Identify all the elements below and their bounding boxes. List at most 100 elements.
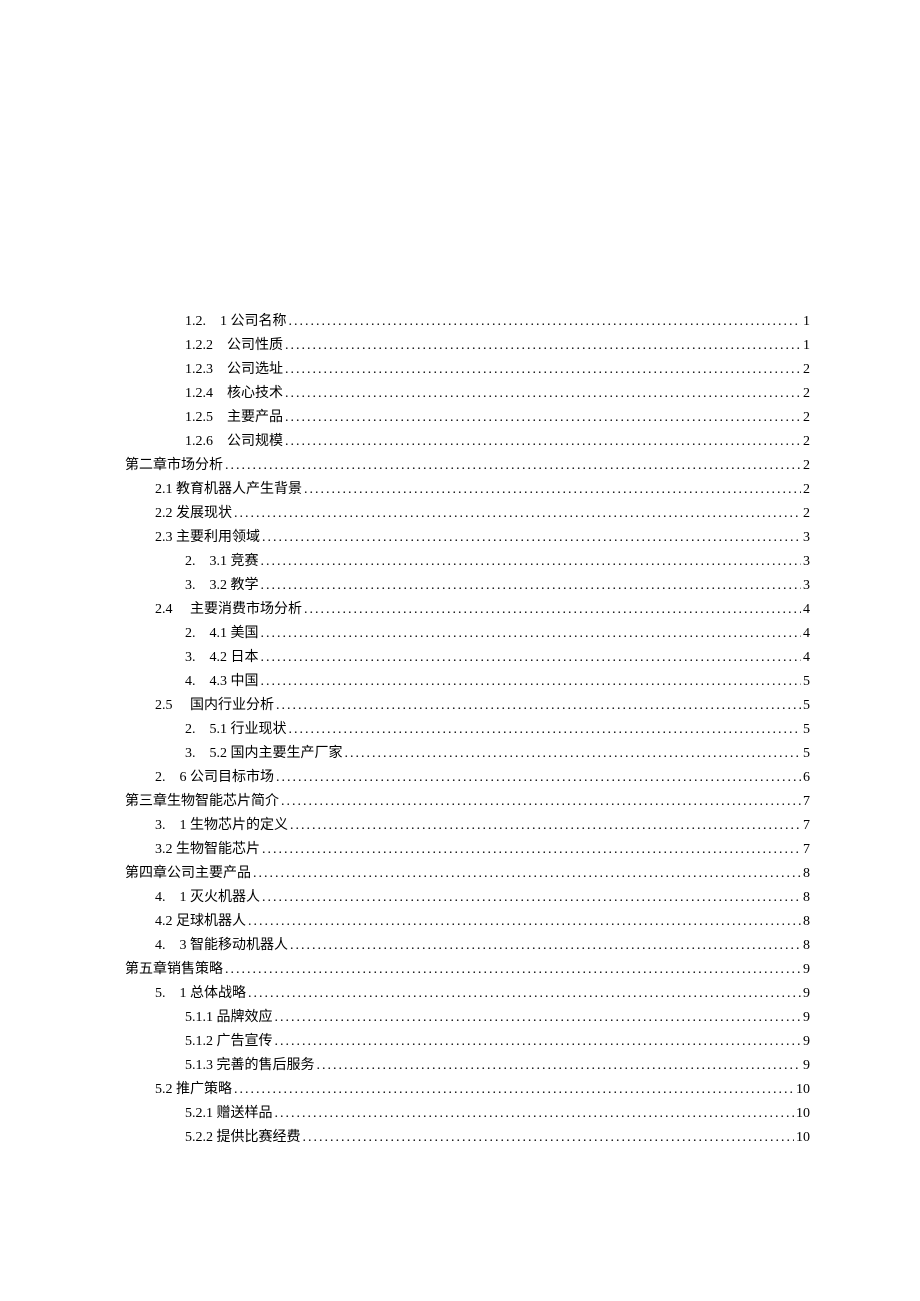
toc-leader-dots [262, 838, 801, 862]
toc-page-number: 1 [803, 310, 810, 334]
toc-page-number: 4 [803, 598, 810, 622]
toc-entry: 4. 4.3 中国 5 [125, 670, 810, 694]
toc-entry: 4. 1 灭火机器人 8 [125, 886, 810, 910]
toc-label: 2. 3.1 竞赛 [185, 550, 259, 574]
toc-label: 1.2.5 主要产品 [185, 406, 283, 430]
toc-label: 5.1.3 完善的售后服务 [185, 1054, 315, 1078]
toc-page-number: 2 [803, 478, 810, 502]
toc-entry: 2. 3.1 竞赛3 [125, 550, 810, 574]
toc-entry: 2. 4.1 美国 4 [125, 622, 810, 646]
toc-leader-dots [290, 814, 801, 838]
toc-entry: 1.2.6 公司规模2 [125, 430, 810, 454]
toc-entry: 2.3 主要利用领域3 [125, 526, 810, 550]
toc-entry: 3. 3.2 教学3 [125, 574, 810, 598]
toc-page-number: 9 [803, 1030, 810, 1054]
toc-page-number: 2 [803, 430, 810, 454]
toc-leader-dots [304, 478, 801, 502]
toc-leader-dots [261, 622, 802, 646]
toc-page-number: 3 [803, 574, 810, 598]
toc-entry: 1.2.5 主要产品2 [125, 406, 810, 430]
toc-label: 2. 6 公司目标市场 [155, 766, 274, 790]
toc-leader-dots [262, 526, 801, 550]
toc-label: 3.2 生物智能芯片 [155, 838, 260, 862]
toc-page-number: 5 [803, 670, 810, 694]
toc-label: 1.2.2 公司性质 [185, 334, 283, 358]
toc-entry: 2.1 教育机器人产生背景 2 [125, 478, 810, 502]
toc-label: 5. 1 总体战略 [155, 982, 246, 1006]
toc-entry: 5.2.2 提供比赛经费 10 [125, 1126, 810, 1150]
toc-label: 第五章销售策略 [125, 958, 223, 982]
toc-leader-dots [225, 454, 801, 478]
toc-leader-dots [276, 766, 801, 790]
toc-page-number: 10 [796, 1126, 810, 1150]
toc-label: 第二章市场分析 [125, 454, 223, 478]
toc-page-number: 2 [803, 502, 810, 526]
toc-leader-dots [303, 1126, 795, 1150]
toc-label: 5.2.2 提供比赛经费 [185, 1126, 301, 1150]
toc-leader-dots [289, 718, 802, 742]
toc-page-number: 6 [803, 766, 810, 790]
toc-page-number: 9 [803, 958, 810, 982]
toc-label: 5.2 推广策略 [155, 1078, 232, 1102]
toc-label: 2.5 国内行业分析 [155, 694, 274, 718]
toc-label: 3. 5.2 国内主要生产厂家 [185, 742, 343, 766]
toc-page-number: 8 [803, 934, 810, 958]
toc-leader-dots [261, 574, 802, 598]
toc-entry: 2. 5.1 行业现状5 [125, 718, 810, 742]
toc-leader-dots [275, 1030, 802, 1054]
toc-entry: 第三章生物智能芯片简介7 [125, 790, 810, 814]
toc-label: 1.2.3 公司选址 [185, 358, 283, 382]
toc-entry: 2.4 主要消费市场分析 4 [125, 598, 810, 622]
toc-page-number: 7 [803, 838, 810, 862]
toc-leader-dots [290, 934, 801, 958]
toc-page-number: 4 [803, 622, 810, 646]
toc-label: 第四章公司主要产品 [125, 862, 251, 886]
toc-entry: 1.2.3 公司选址 2 [125, 358, 810, 382]
toc-leader-dots [285, 382, 801, 406]
toc-leader-dots [262, 886, 801, 910]
toc-leader-dots [276, 694, 801, 718]
toc-label: 1.2.4 核心技术 [185, 382, 283, 406]
toc-leader-dots [304, 598, 801, 622]
toc-leader-dots [285, 334, 801, 358]
toc-label: 3. 1 生物芯片的定义 [155, 814, 288, 838]
toc-page-number: 5 [803, 742, 810, 766]
toc-entry: 5.1.1 品牌效应 9 [125, 1006, 810, 1030]
toc-page-number: 9 [803, 982, 810, 1006]
toc-leader-dots [289, 310, 802, 334]
toc-page-number: 7 [803, 814, 810, 838]
toc-entry: 1.2. 1 公司名称 1 [125, 310, 810, 334]
toc-label: 4. 4.3 中国 [185, 670, 259, 694]
toc-label: 1.2. 1 公司名称 [185, 310, 287, 334]
toc-entry: 第四章公司主要产品 8 [125, 862, 810, 886]
toc-page-number: 9 [803, 1006, 810, 1030]
toc-label: 2.4 主要消费市场分析 [155, 598, 302, 622]
toc-leader-dots [317, 1054, 802, 1078]
toc-label: 2. 5.1 行业现状 [185, 718, 287, 742]
toc-page-number: 4 [803, 646, 810, 670]
toc-entry: 3. 5.2 国内主要生产厂家 5 [125, 742, 810, 766]
toc-label: 3. 4.2 日本 [185, 646, 259, 670]
toc-label: 2. 4.1 美国 [185, 622, 259, 646]
toc-leader-dots [248, 982, 801, 1006]
toc-page-number: 8 [803, 886, 810, 910]
toc-entry: 第五章销售策略 9 [125, 958, 810, 982]
toc-leader-dots [275, 1006, 802, 1030]
toc-label: 5.1.1 品牌效应 [185, 1006, 273, 1030]
toc-entry: 第二章市场分析2 [125, 454, 810, 478]
toc-entry: 3. 1 生物芯片的定义 7 [125, 814, 810, 838]
toc-page-number: 8 [803, 910, 810, 934]
toc-label: 2.1 教育机器人产生背景 [155, 478, 302, 502]
toc-label: 第三章生物智能芯片简介 [125, 790, 279, 814]
toc-label: 2.2 发展现状 [155, 502, 232, 526]
toc-page-number: 8 [803, 862, 810, 886]
toc-leader-dots [248, 910, 801, 934]
toc-page-number: 2 [803, 358, 810, 382]
toc-label: 5.2.1 赠送样品 [185, 1102, 273, 1126]
toc-leader-dots [225, 958, 801, 982]
toc-entry: 5.2.1 赠送样品10 [125, 1102, 810, 1126]
toc-label: 4. 1 灭火机器人 [155, 886, 260, 910]
toc-entry: 2. 6 公司目标市场 6 [125, 766, 810, 790]
toc-entry: 2.5 国内行业分析5 [125, 694, 810, 718]
toc-entry: 1.2.4 核心技术2 [125, 382, 810, 406]
